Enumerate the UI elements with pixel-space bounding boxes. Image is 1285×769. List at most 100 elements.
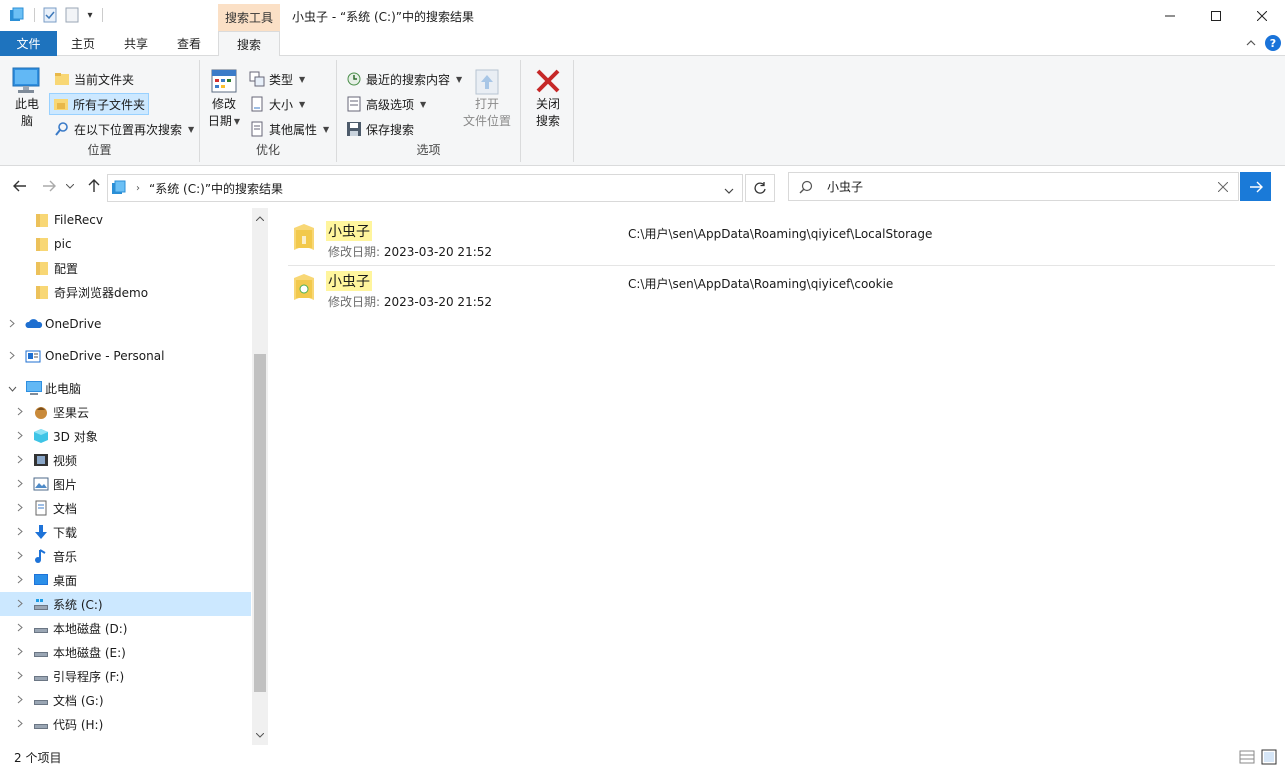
details-view-icon[interactable] bbox=[1239, 749, 1255, 765]
chevron-right-icon[interactable] bbox=[14, 502, 26, 515]
recent-searches-icon bbox=[347, 72, 361, 86]
close-search-button[interactable]: 关闭 搜索 bbox=[527, 66, 569, 130]
search-go-button[interactable] bbox=[1240, 172, 1271, 201]
chevron-right-icon[interactable] bbox=[14, 526, 26, 539]
all-subfolders-button[interactable]: 所有子文件夹 bbox=[49, 93, 150, 115]
nav-item[interactable]: 代码 (H:) bbox=[0, 712, 251, 736]
chevron-right-icon[interactable] bbox=[14, 550, 26, 563]
new-folder-quick-icon[interactable] bbox=[63, 6, 81, 24]
scroll-up-icon[interactable] bbox=[252, 210, 268, 226]
size-button[interactable]: 大小 ▼ bbox=[246, 93, 308, 115]
nav-item[interactable]: pic bbox=[0, 232, 251, 256]
search-box[interactable]: 小虫子 bbox=[788, 172, 1239, 201]
tab-share[interactable]: 共享 bbox=[109, 31, 163, 56]
nav-item[interactable]: 音乐 bbox=[0, 544, 251, 568]
date-modified-button[interactable]: 修改 日期 ▼ bbox=[206, 66, 242, 130]
address-bar[interactable]: › “系统 (C:)”中的搜索结果 bbox=[107, 174, 743, 202]
nav-item[interactable]: 下载 bbox=[0, 520, 251, 544]
folder-icon bbox=[34, 284, 50, 300]
nav-item[interactable]: 桌面 bbox=[0, 568, 251, 592]
other-properties-button[interactable]: 其他属性 ▼ bbox=[246, 118, 332, 140]
tab-search[interactable]: 搜索 bbox=[218, 31, 280, 57]
result-row[interactable]: 小虫子 修改日期: 2023-03-20 21:52 C:\用户\sen\App… bbox=[286, 216, 1275, 266]
nav-item[interactable]: FileRecv bbox=[0, 208, 251, 232]
tab-view[interactable]: 查看 bbox=[163, 31, 215, 56]
address-path[interactable]: “系统 (C:)”中的搜索结果 bbox=[149, 180, 283, 197]
nav-item[interactable]: 引导程序 (F:) bbox=[0, 664, 251, 688]
chevron-right-icon[interactable] bbox=[14, 478, 26, 491]
chevron-right-icon[interactable] bbox=[14, 694, 26, 707]
help-icon[interactable]: ? bbox=[1265, 35, 1281, 51]
search-input[interactable]: 小虫子 bbox=[827, 178, 863, 195]
chevron-down-icon[interactable] bbox=[6, 382, 18, 395]
folder-icon bbox=[34, 212, 50, 228]
minimize-button[interactable] bbox=[1147, 0, 1193, 31]
title-bar: ▾ 搜索工具 小虫子 - “系统 (C:)”中的搜索结果 bbox=[0, 0, 1285, 31]
chevron-right-icon[interactable] bbox=[14, 718, 26, 731]
nav-item[interactable]: OneDrive - Personal bbox=[0, 344, 251, 368]
explorer-app-icon[interactable] bbox=[8, 6, 26, 24]
back-button[interactable] bbox=[10, 176, 30, 196]
nav-item[interactable]: 坚果云 bbox=[0, 400, 251, 424]
chevron-right-icon[interactable] bbox=[6, 350, 18, 363]
chevron-right-icon[interactable] bbox=[14, 598, 26, 611]
nav-item[interactable]: 文档 (G:) bbox=[0, 688, 251, 712]
nav-item[interactable]: 奇异浏览器demo bbox=[0, 280, 251, 304]
chevron-right-icon[interactable] bbox=[14, 574, 26, 587]
nav-item[interactable]: 3D 对象 bbox=[0, 424, 251, 448]
clear-search-icon[interactable] bbox=[1217, 181, 1229, 195]
chevron-right-icon[interactable] bbox=[14, 454, 26, 467]
up-button[interactable] bbox=[84, 176, 104, 196]
recent-searches-button[interactable]: 最近的搜索内容 ▼ bbox=[343, 68, 465, 90]
current-folder-button[interactable]: 当前文件夹 bbox=[51, 68, 137, 90]
refresh-button[interactable] bbox=[745, 174, 775, 202]
maximize-button[interactable] bbox=[1193, 0, 1239, 31]
nav-item[interactable]: 视频 bbox=[0, 448, 251, 472]
nav-item[interactable]: 本地磁盘 (E:) bbox=[0, 640, 251, 664]
chevron-right-icon[interactable] bbox=[14, 646, 26, 659]
chevron-right-icon[interactable] bbox=[14, 430, 26, 443]
nav-item[interactable]: 文档 bbox=[0, 496, 251, 520]
tab-home[interactable]: 主页 bbox=[57, 31, 109, 56]
scroll-thumb[interactable] bbox=[254, 354, 266, 692]
breadcrumb-chevron-icon[interactable]: › bbox=[136, 183, 140, 194]
close-window-button[interactable] bbox=[1239, 0, 1285, 31]
nav-item[interactable]: OneDrive bbox=[0, 312, 251, 336]
date-modified-label-1: 修改 bbox=[211, 97, 236, 111]
advanced-options-button[interactable]: 高级选项 ▼ bbox=[343, 93, 429, 115]
size-label: 大小 bbox=[269, 97, 294, 112]
this-pc-button[interactable]: 此电 脑 bbox=[8, 66, 46, 130]
nav-item[interactable]: 此电脑 bbox=[0, 376, 251, 400]
save-search-label: 保存搜索 bbox=[366, 122, 415, 137]
tab-file[interactable]: 文件 bbox=[0, 31, 57, 56]
kind-button[interactable]: 类型 ▼ bbox=[246, 68, 308, 90]
chevron-right-icon[interactable] bbox=[14, 670, 26, 683]
navigation-scrollbar[interactable] bbox=[252, 208, 268, 745]
nav-item-label: pic bbox=[54, 237, 72, 251]
collapse-ribbon-icon[interactable] bbox=[1244, 36, 1258, 50]
chevron-right-icon[interactable] bbox=[14, 406, 26, 419]
result-name[interactable]: 小虫子 bbox=[326, 221, 372, 241]
chevron-right-icon[interactable] bbox=[14, 622, 26, 635]
address-history-chevron-icon[interactable] bbox=[724, 183, 734, 197]
search-again-button[interactable]: 在以下位置再次搜索 ▼ bbox=[51, 118, 197, 140]
open-file-location-button[interactable]: 打开 文件位置 bbox=[459, 66, 515, 130]
result-row[interactable]: 小虫子 修改日期: 2023-03-20 21:52 C:\用户\sen\App… bbox=[286, 266, 1275, 316]
recent-locations-button[interactable] bbox=[63, 176, 77, 196]
nav-item[interactable]: 系统 (C:) bbox=[0, 592, 251, 616]
customize-quick-access-icon[interactable]: ▾ bbox=[84, 6, 96, 24]
scroll-down-icon[interactable] bbox=[252, 727, 268, 743]
nav-item[interactable]: 图片 bbox=[0, 472, 251, 496]
nav-item[interactable]: 本地磁盘 (D:) bbox=[0, 616, 251, 640]
properties-icon[interactable] bbox=[41, 6, 59, 24]
forward-button[interactable] bbox=[39, 176, 59, 196]
large-icons-view-icon[interactable] bbox=[1261, 749, 1277, 765]
result-name[interactable]: 小虫子 bbox=[326, 271, 372, 291]
close-search-label-1: 关闭 bbox=[535, 97, 560, 111]
save-search-button[interactable]: 保存搜索 bbox=[343, 118, 417, 140]
this-pc-label-1: 此电 bbox=[14, 97, 39, 111]
this-pc-icon bbox=[25, 380, 42, 396]
search-again-icon bbox=[55, 122, 68, 136]
nav-item[interactable]: 配置 bbox=[0, 256, 251, 280]
chevron-right-icon[interactable] bbox=[6, 318, 18, 331]
